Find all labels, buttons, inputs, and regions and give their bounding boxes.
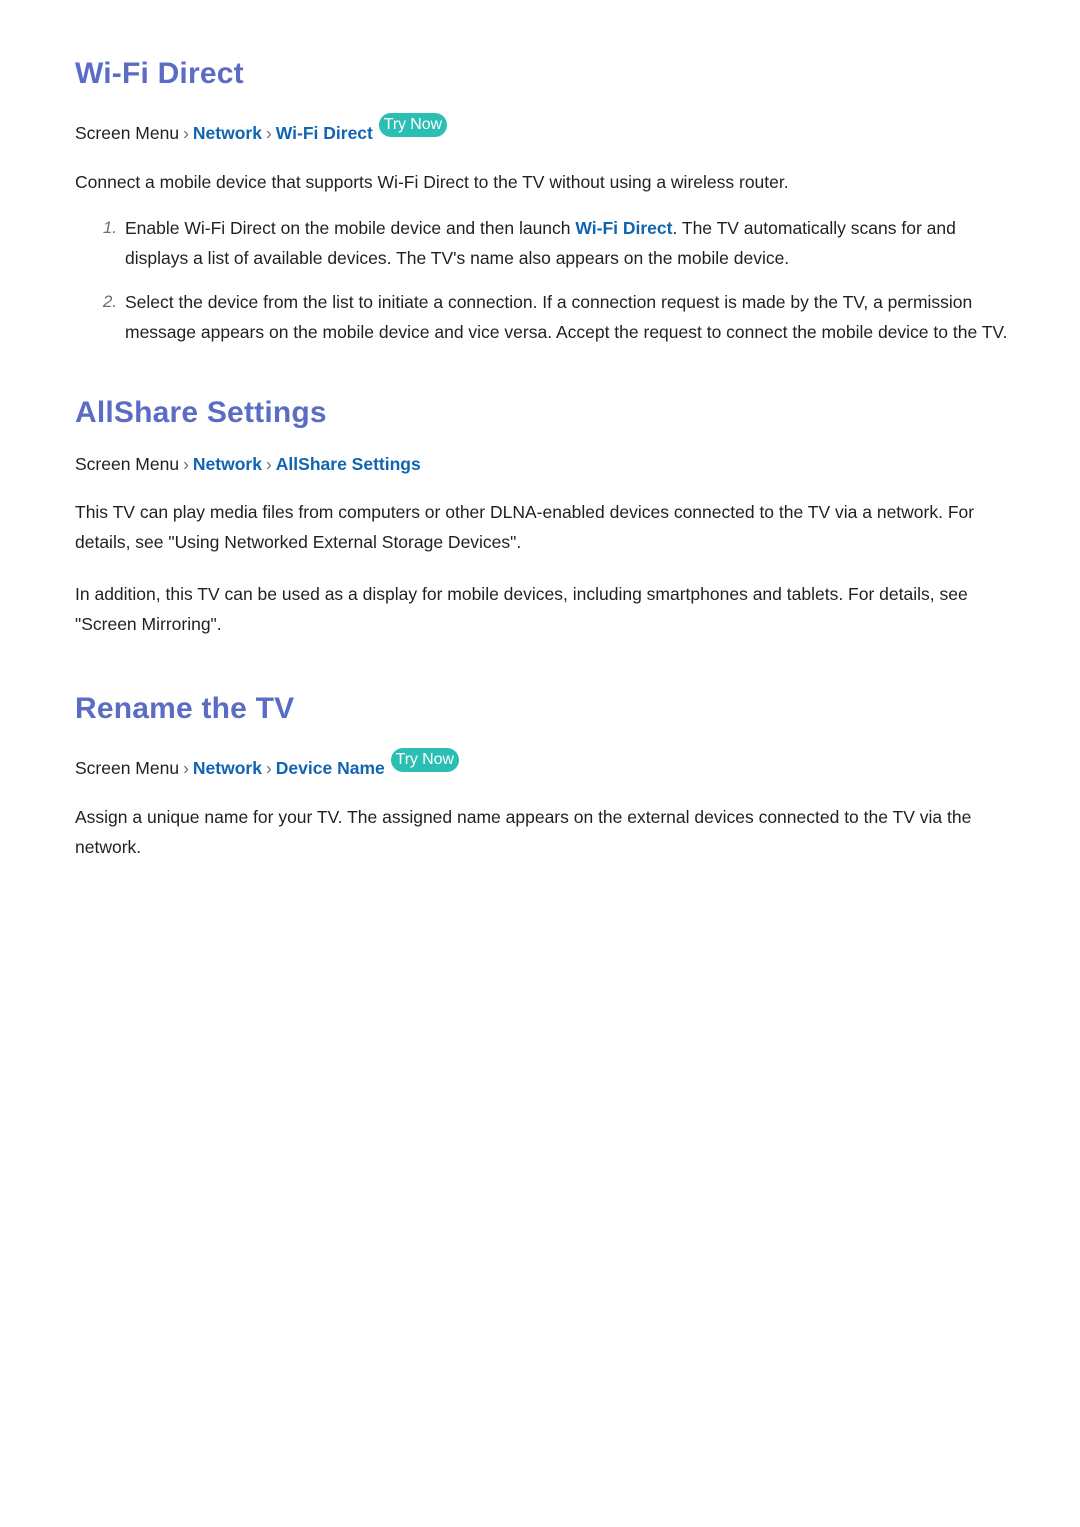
page-title-allshare-settings: AllShare Settings bbox=[75, 395, 327, 429]
breadcrumb-link-allshare-settings[interactable]: AllShare Settings bbox=[276, 454, 421, 474]
list-item: 1. Enable Wi-Fi Direct on the mobile devi… bbox=[75, 213, 1018, 273]
page-title-wifi-direct: Wi-Fi Direct bbox=[75, 57, 244, 90]
breadcrumb-link-network[interactable]: Network bbox=[193, 123, 262, 143]
chevron-right-icon: › bbox=[183, 453, 189, 474]
breadcrumb-wifi-direct: Screen Menu › Network › Wi-Fi Direct Try Now bbox=[75, 113, 1018, 146]
try-now-badge[interactable]: Try Now bbox=[378, 113, 447, 137]
chevron-right-icon: › bbox=[265, 123, 272, 143]
breadcrumb-link-network[interactable]: Network bbox=[193, 454, 262, 474]
list-item-number: 2. bbox=[102, 291, 117, 311]
paragraph-allshare-dlna: This TV can play media files from comput… bbox=[75, 502, 975, 552]
chevron-right-icon: › bbox=[265, 758, 272, 778]
list-item-text-before: Select the device from the list to initi… bbox=[125, 291, 1008, 342]
try-now-badge[interactable]: Try Now bbox=[390, 748, 459, 772]
inline-link-wifi-direct[interactable]: Wi-Fi Direct bbox=[575, 218, 672, 238]
list-item-number: 1. bbox=[102, 217, 117, 237]
section-rename-the-tv: Rename the TV Screen Menu › Network › Device… bbox=[75, 691, 1018, 862]
breadcrumb-root: Screen Menu bbox=[75, 123, 180, 143]
page-title-rename-the-tv: Rename the TV bbox=[75, 692, 295, 725]
document-page: Wi-Fi Direct Screen Menu › Network › Wi-Fi D… bbox=[0, 0, 1080, 862]
breadcrumb-allshare-settings: Screen Menu › Network › AllShare Settings bbox=[75, 452, 1018, 477]
chevron-right-icon: › bbox=[183, 758, 189, 778]
list-item: 2. Select the device from the list to ini… bbox=[75, 287, 1018, 347]
breadcrumb-rename-the-tv: Screen Menu › Network › Device Name Try Now bbox=[75, 748, 1018, 781]
section-allshare-settings: AllShare Settings Screen Menu › Network › Al… bbox=[75, 395, 1018, 640]
breadcrumb-link-wifi-direct[interactable]: Wi-Fi Direct bbox=[276, 123, 373, 143]
section-wifi-direct: Wi-Fi Direct Screen Menu › Network › Wi-Fi D… bbox=[75, 56, 1018, 347]
steps-list-wifi-direct: 1. Enable Wi-Fi Direct on the mobile devi… bbox=[75, 213, 1018, 347]
paragraph-allshare-mirroring: In addition, this TV can be used as a di… bbox=[75, 584, 968, 634]
chevron-right-icon: › bbox=[183, 123, 189, 143]
chevron-right-icon: › bbox=[265, 453, 272, 474]
paragraph-rename-the-tv: Assign a unique name for your TV. The as… bbox=[75, 806, 972, 857]
intro-paragraph-wifi-direct: Connect a mobile device that supports Wi… bbox=[75, 171, 789, 192]
breadcrumb-link-device-name[interactable]: Device Name bbox=[276, 758, 385, 778]
list-item-text-before: Enable Wi-Fi Direct on the mobile device… bbox=[125, 217, 576, 238]
breadcrumb-root: Screen Menu bbox=[75, 453, 180, 474]
breadcrumb-link-network[interactable]: Network bbox=[193, 758, 262, 778]
breadcrumb-root: Screen Menu bbox=[75, 758, 180, 778]
